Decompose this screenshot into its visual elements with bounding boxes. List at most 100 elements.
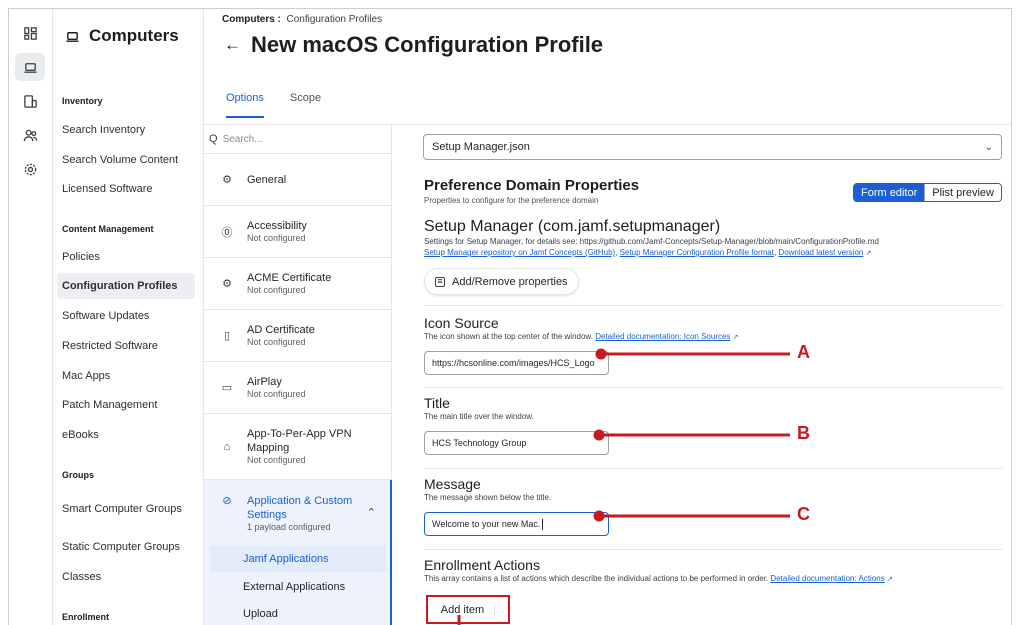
breadcrumb-leaf[interactable]: Configuration Profiles (286, 14, 382, 25)
sidebar-item-configuration-profiles[interactable]: Configuration Profiles (57, 273, 195, 299)
certificate-card-icon: ▯ (223, 330, 231, 342)
title-field-title: Title (424, 395, 450, 411)
sub-item-jamf-applications[interactable]: Jamf Applications (210, 546, 386, 572)
chevron-up-icon[interactable]: ⌃ (367, 506, 376, 519)
sidebar-item-policies[interactable]: Policies (57, 249, 195, 265)
sub-item-upload[interactable]: Upload (210, 601, 386, 625)
payload-item-general[interactable]: ⚙ General (204, 154, 392, 206)
download-link[interactable]: Download latest version (778, 248, 863, 257)
message-desc: The message shown below the title. (424, 493, 552, 502)
enrollment-desc-text: This array contains a list of actions wh… (424, 574, 769, 583)
tab-scope[interactable]: Scope (290, 92, 321, 118)
external-link-icon: ↗ (865, 250, 872, 257)
sub-item-external-applications[interactable]: External Applications (210, 574, 386, 600)
payload-name: Application & Custom Settings (247, 495, 353, 521)
setup-manager-links: Setup Manager repository on Jamf Concept… (424, 248, 872, 257)
sidebar-item-search-inventory[interactable]: Search Inventory (57, 122, 195, 138)
payload-item-app-vpn[interactable]: ⌂ App-To-Per-App VPN Mapping Not configu… (204, 414, 392, 480)
settings-icon[interactable] (15, 155, 45, 183)
sidebar-item-classes[interactable]: Classes (57, 569, 195, 585)
payload-item-airplay[interactable]: ▭ AirPlay Not configured (204, 362, 392, 414)
section-enrollment: Enrollment (62, 612, 110, 622)
sidebar-item-restricted-software[interactable]: Restricted Software (57, 338, 195, 354)
enrollment-doc-link[interactable]: Detailed documentation: Actions (770, 574, 884, 583)
callout-label-b: B (797, 423, 810, 443)
sidebar: Computers Inventory Search Inventory Sea… (53, 9, 204, 625)
users-icon[interactable] (15, 121, 45, 149)
main-panel: Setup Manager.json ⌄ Preference Domain P… (410, 125, 1006, 625)
chevron-down-icon: ⌄ (984, 141, 993, 153)
payload-status: 1 payload configured (247, 522, 331, 532)
sidebar-item-static-computer-groups[interactable]: Static Computer Groups (57, 539, 195, 555)
title-input[interactable]: HCS Technology Group (424, 431, 609, 455)
pdp-subtitle: Properties to configure for the preferen… (424, 196, 599, 205)
search-icon: Q (209, 133, 218, 145)
gears-icon: ⚙ (222, 174, 232, 186)
icon-source-desc-text: The icon shown at the top center of the … (424, 332, 593, 341)
payload-item-accessibility[interactable]: ⓪ Accessibility Not configured (204, 206, 392, 258)
callout-label-a: A (797, 342, 810, 362)
back-arrow-icon[interactable]: ← (224, 35, 241, 55)
payload-status: Not configured (247, 285, 306, 295)
tab-options[interactable]: Options (226, 92, 264, 118)
sidebar-title: Computers (65, 26, 179, 46)
icon-source-doc-link[interactable]: Detailed documentation: Icon Sources (595, 332, 730, 341)
search-input[interactable]: Search... (223, 134, 263, 145)
message-title: Message (424, 476, 481, 492)
blocked-icon: ⊘ (222, 495, 232, 507)
breadcrumb-root[interactable]: Computers : (222, 14, 281, 25)
payload-name: Accessibility (247, 220, 307, 232)
sidebar-item-licensed-software[interactable]: Licensed Software (57, 181, 195, 197)
add-remove-label: Add/Remove properties (452, 275, 568, 288)
title-field-desc: The main title over the window. (424, 412, 534, 421)
computer-icon[interactable] (15, 53, 45, 81)
payload-name: General (247, 173, 287, 186)
sidebar-item-search-volume[interactable]: Search Volume Content (57, 152, 195, 168)
external-link-icon: ↗ (886, 576, 893, 583)
section-inventory: Inventory (62, 96, 103, 106)
plist-preview-button[interactable]: Plist preview (924, 184, 1001, 201)
repo-link[interactable]: Setup Manager repository on Jamf Concept… (424, 248, 615, 257)
pdp-title: Preference Domain Properties (424, 177, 640, 194)
lock-icon: ⌂ (223, 440, 231, 453)
dashboard-icon[interactable] (15, 19, 45, 47)
section-groups: Groups (62, 470, 95, 480)
text-caret (542, 518, 544, 530)
divider (424, 387, 1002, 388)
sidebar-item-ebooks[interactable]: eBooks (57, 427, 195, 443)
message-input[interactable]: Welcome to your new Mac. (424, 512, 609, 536)
sidebar-title-label: Computers (89, 26, 179, 45)
add-remove-properties-button[interactable]: ≡ Add/Remove properties (424, 268, 579, 295)
icon-source-input[interactable]: https://hcsonline.com/images/HCS_Logo (424, 351, 609, 375)
sidebar-item-software-updates[interactable]: Software Updates (57, 308, 195, 324)
payload-status: Not configured (247, 389, 306, 399)
preference-domain-select[interactable]: Setup Manager.json ⌄ (423, 134, 1002, 160)
sidebar-item-patch-management[interactable]: Patch Management (57, 397, 195, 413)
accessibility-icon: ⓪ (221, 226, 233, 239)
payload-search[interactable]: Q Search... (204, 125, 392, 154)
sidebar-item-smart-computer-groups[interactable]: Smart Computer Groups (57, 494, 195, 524)
icon-source-title: Icon Source (424, 315, 499, 331)
payload-status: Not configured (247, 455, 306, 465)
devices-icon[interactable] (15, 87, 45, 115)
app-window: Computers Inventory Search Inventory Sea… (8, 8, 1012, 625)
sidebar-item-mac-apps[interactable]: Mac Apps (57, 368, 195, 384)
callout-label-c: C (797, 504, 810, 524)
breadcrumb: Computers : Configuration Profiles (222, 14, 382, 25)
enrollment-actions-title: Enrollment Actions (424, 557, 540, 573)
external-link-icon: ↗ (732, 334, 739, 341)
payload-name: ACME Certificate (247, 272, 332, 284)
certificate-icon: ⚙ (222, 278, 232, 290)
payload-list: Q Search... ⚙ General ⓪ Accessibility No… (204, 125, 392, 625)
format-link[interactable]: Setup Manager Configuration Profile form… (620, 248, 774, 257)
form-editor-button[interactable]: Form editor (854, 184, 925, 201)
payload-item-ad-certificate[interactable]: ▯ AD Certificate Not configured (204, 310, 392, 362)
page-header: Computers : Configuration Profiles ← New… (204, 9, 1011, 125)
add-item-button[interactable]: Add item (426, 595, 510, 624)
payload-name: AD Certificate (247, 324, 315, 336)
divider (424, 549, 1002, 550)
setup-manager-desc: Settings for Setup Manager, for details … (424, 237, 879, 246)
payload-item-acme-certificate[interactable]: ⚙ ACME Certificate Not configured (204, 258, 392, 310)
icon-source-desc: The icon shown at the top center of the … (424, 332, 739, 341)
setup-manager-title: Setup Manager (com.jamf.setupmanager) (424, 218, 721, 235)
